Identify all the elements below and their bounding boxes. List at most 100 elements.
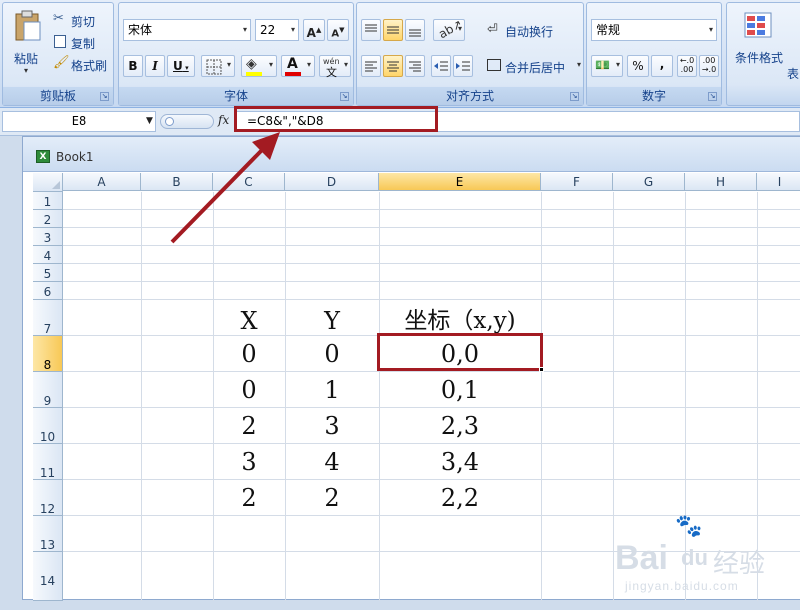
increase-decimal-button[interactable]: ←.0.00: [677, 55, 697, 77]
paste-button[interactable]: 粘贴 ▾: [7, 7, 47, 77]
column-header-e[interactable]: E: [379, 173, 541, 191]
borders-button[interactable]: ▾: [201, 55, 235, 77]
cell-highlight-box: [377, 333, 543, 371]
cut-button[interactable]: ✂ 剪切: [51, 11, 111, 31]
chevron-down-icon: ▾: [182, 64, 189, 72]
chevron-down-icon: ▾: [343, 60, 348, 69]
dialog-launcher-icon[interactable]: ↘: [340, 92, 349, 101]
shrink-font-button[interactable]: A▼: [327, 19, 349, 41]
chevron-down-icon: ▾: [615, 60, 620, 69]
cell-d7[interactable]: Y: [285, 303, 379, 336]
wrap-text-button[interactable]: ⏎ 自动换行: [485, 21, 581, 41]
dialog-launcher-icon[interactable]: ↘: [100, 92, 109, 101]
format-painter-label: 格式刷: [71, 59, 108, 73]
row-header-4[interactable]: 4: [33, 246, 63, 264]
cell-e12[interactable]: 2,2: [379, 480, 541, 516]
row-header-5[interactable]: 5: [33, 264, 63, 282]
row-header-12[interactable]: 12: [33, 480, 63, 516]
clipboard-group-title: 剪贴板: [3, 87, 113, 105]
chevron-down-icon: ▾: [290, 25, 295, 34]
row-header-10[interactable]: 10: [33, 408, 63, 444]
cell-c8[interactable]: 0: [213, 336, 285, 372]
column-header-h[interactable]: H: [685, 173, 757, 191]
cell-d8[interactable]: 0: [285, 336, 379, 372]
column-header-f[interactable]: F: [541, 173, 613, 191]
column-header-d[interactable]: D: [285, 173, 379, 191]
cell-d11[interactable]: 4: [285, 444, 379, 480]
row-header-2[interactable]: 2: [33, 210, 63, 228]
underline-button[interactable]: U ▾: [167, 55, 195, 77]
row-header-6[interactable]: 6: [33, 282, 63, 300]
orientation-button[interactable]: ab↗ ▾: [433, 17, 465, 41]
sheet-grid[interactable]: A B C D E F G H I 1 2 3 4 5 6 7 8 9 10 1…: [33, 173, 800, 601]
align-top-button[interactable]: [361, 19, 381, 41]
watermark-url: jingyan.baidu.com: [625, 579, 739, 593]
paint-bucket-icon: ◈: [246, 56, 257, 72]
select-all-corner[interactable]: [33, 173, 63, 192]
name-box[interactable]: E8: [2, 111, 156, 132]
cell-d12[interactable]: 2: [285, 480, 379, 516]
conditional-format-button[interactable]: 条件格式: [731, 7, 787, 77]
cell-c12[interactable]: 2: [213, 480, 285, 516]
column-header-g[interactable]: G: [613, 173, 685, 191]
row-header-7[interactable]: 7: [33, 300, 63, 336]
align-right-button[interactable]: [405, 55, 425, 77]
row-header-1[interactable]: 1: [33, 192, 63, 210]
alignment-group: ab↗ ▾ ⏎ 自动换行 合并后居中 ▾ 对齐方式 ↘: [356, 2, 584, 106]
phonetic-button[interactable]: wén 文 ▾: [319, 55, 351, 79]
copy-button[interactable]: 复制: [51, 33, 111, 53]
cell-c10[interactable]: 2: [213, 408, 285, 444]
formula-bar-splitter[interactable]: [160, 114, 214, 129]
format-painter-button[interactable]: 🖌 格式刷: [51, 55, 113, 75]
align-bottom-button[interactable]: [405, 19, 425, 41]
cell-e11[interactable]: 3,4: [379, 444, 541, 480]
row-header-3[interactable]: 3: [33, 228, 63, 246]
insert-function-icon[interactable]: fx: [218, 113, 229, 127]
number-format-combo[interactable]: 常规 ▾: [591, 19, 717, 41]
font-size-combo[interactable]: 22 ▾: [255, 19, 299, 41]
cell-c7[interactable]: X: [213, 303, 285, 336]
align-center-button[interactable]: [383, 55, 403, 77]
font-color-icon: A: [287, 56, 298, 72]
align-left-button[interactable]: [361, 55, 381, 77]
increase-indent-button[interactable]: [453, 55, 473, 77]
italic-button[interactable]: I: [145, 55, 165, 77]
row-header-8[interactable]: 8: [33, 336, 63, 372]
align-middle-button[interactable]: [383, 19, 403, 41]
cell-c9[interactable]: 0: [213, 372, 285, 408]
cell-e7[interactable]: 坐标（x,y): [379, 303, 541, 336]
column-header-a[interactable]: A: [63, 173, 141, 191]
row-header-13[interactable]: 13: [33, 516, 63, 552]
row-header-14[interactable]: 14: [33, 552, 63, 601]
cell-d10[interactable]: 3: [285, 408, 379, 444]
row-header-9[interactable]: 9: [33, 372, 63, 408]
chevron-down-icon[interactable]: ▼: [146, 116, 153, 126]
column-header-i[interactable]: I: [757, 173, 800, 191]
row-header-11[interactable]: 11: [33, 444, 63, 480]
percent-button[interactable]: %: [627, 55, 649, 77]
format-as-table-label[interactable]: 表: [787, 65, 799, 82]
column-header-c[interactable]: C: [213, 173, 285, 191]
font-color-button[interactable]: A ▾: [281, 55, 315, 77]
copy-icon: [54, 35, 66, 48]
dialog-launcher-icon[interactable]: ↘: [708, 92, 717, 101]
workbook-title-bar: X Book1: [23, 137, 800, 172]
cell-c11[interactable]: 3: [213, 444, 285, 480]
merge-center-button[interactable]: 合并后居中 ▾: [485, 57, 583, 77]
borders-icon: [206, 59, 222, 75]
accounting-format-button[interactable]: 💵 ▾: [591, 55, 623, 77]
bold-button[interactable]: B: [123, 55, 143, 77]
alignment-group-title: 对齐方式: [357, 87, 583, 105]
column-header-b[interactable]: B: [141, 173, 213, 191]
fill-handle[interactable]: [539, 367, 544, 372]
comma-style-button[interactable]: ,: [651, 55, 673, 77]
decrease-indent-button[interactable]: [431, 55, 451, 77]
decrease-decimal-button[interactable]: .00 →.0: [699, 55, 719, 77]
dialog-launcher-icon[interactable]: ↘: [570, 92, 579, 101]
cell-e10[interactable]: 2,3: [379, 408, 541, 444]
cell-e9[interactable]: 0,1: [379, 372, 541, 408]
cell-d9[interactable]: 1: [285, 372, 379, 408]
font-name-combo[interactable]: 宋体 ▾: [123, 19, 251, 41]
grow-font-button[interactable]: A▲: [303, 19, 325, 41]
fill-color-button[interactable]: ◈ ▾: [241, 55, 277, 77]
